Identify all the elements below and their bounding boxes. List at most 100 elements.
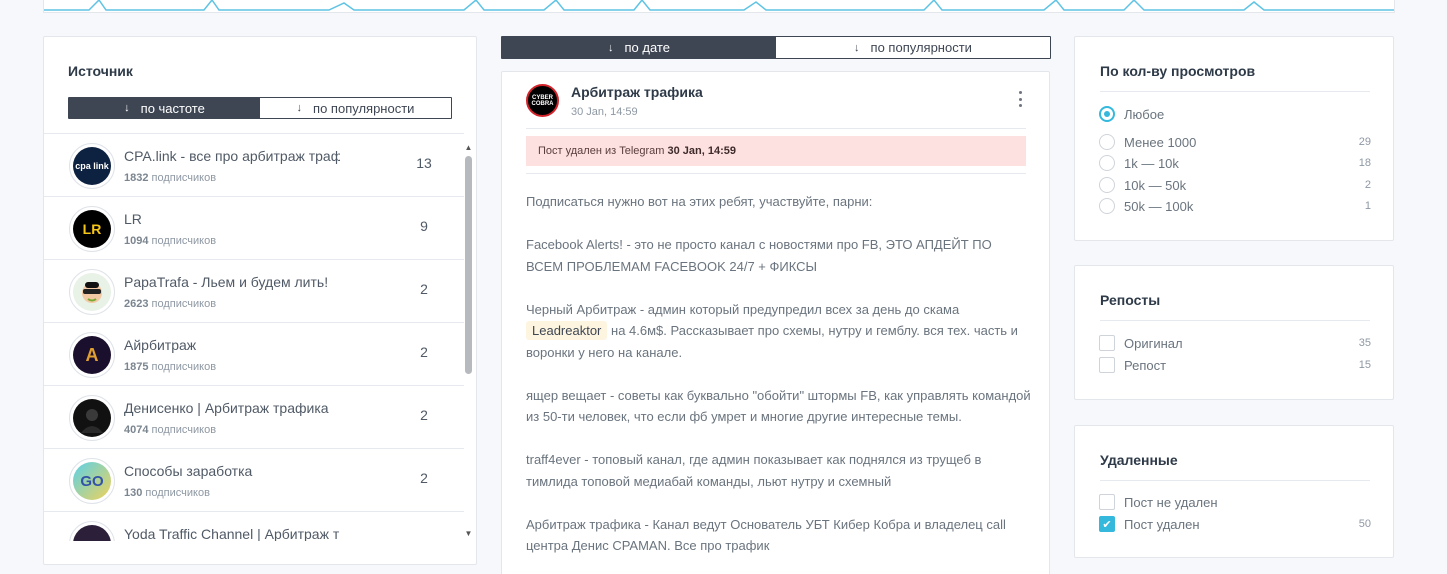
source-item[interactable]: GO Способы заработка 130 подписчиков 2 [44,449,464,512]
views-option-10k-50k[interactable]: 10k — 50k 2 [1099,176,1371,194]
source-list: cpa link CPA.link - все про арбитраж тра… [44,133,464,541]
deleted-alert-date: 30 Jan, 14:59 [667,145,737,157]
cyber-cobra-logo-icon: CYBER COBRA [531,94,554,107]
views-filter-title: По кол-ву просмотров [1100,63,1256,79]
channel-avatar: LR [69,206,115,252]
source-name: Денисенко | Арбитраж трафика [124,400,329,416]
radio-icon[interactable] [1099,198,1115,214]
source-item[interactable]: Денисенко | Арбитраж трафика 4074 подпис… [44,386,464,449]
views-option-under-1000[interactable]: Менее 1000 29 [1099,133,1371,151]
reposts-option-original[interactable]: Оригинал 35 [1099,334,1371,352]
source-panel: Источник ↓ по частоте ↓ по популярности … [43,36,477,565]
source-item[interactable]: Yoda Traffic Channel | Арбитраж трафика [44,512,464,541]
divider [1100,91,1370,92]
channel-avatar [69,269,115,315]
sort-by-popularity-label: по популярности [313,100,415,116]
radio-icon[interactable] [1099,177,1115,193]
post-card: CYBER COBRA Арбитраж трафика 30 Jan, 14:… [501,71,1050,574]
person-photo-icon [73,399,111,437]
scroll-thumb[interactable] [465,156,472,374]
channel-avatar: GO [69,458,115,504]
views-chart-strip [43,0,1395,13]
arrow-down-icon: ↓ [608,41,614,54]
post-paragraph: Арбитраж трафика - Канал ведут Основател… [526,516,1006,554]
views-option-50k-100k[interactable]: 50k — 100k 1 [1099,197,1371,215]
checkbox-checked-icon[interactable]: ✔ [1099,516,1115,532]
checkbox-icon[interactable] [1099,335,1115,351]
feed-sort-by-popularity-button[interactable]: ↓ по популярности [776,37,1050,58]
feed-sort-toggle: ↓ по дате ↓ по популярности [501,36,1051,59]
source-subscribers: 130 подписчиков [124,487,210,499]
go-logo-icon: GO [73,462,111,500]
source-subscribers: 1094 подписчиков [124,235,217,247]
source-post-count: 2 [420,344,428,360]
post-channel-name[interactable]: Арбитраж трафика [571,84,703,100]
radio-icon[interactable] [1099,134,1115,150]
sort-by-frequency-button[interactable]: ↓ по частоте [69,98,260,118]
channel-avatar: cpa link [69,143,115,189]
arrow-down-icon: ↓ [296,102,303,114]
scroll-down-arrow-icon[interactable]: ▼ [464,529,473,538]
more-options-icon[interactable] [1017,91,1023,107]
checkbox-icon[interactable] [1099,494,1115,510]
hashtag-leadreaktor[interactable]: Leadreaktor [526,321,608,340]
source-post-count: 2 [420,407,428,423]
scroll-up-arrow-icon[interactable]: ▲ [464,143,473,152]
source-name: PapaTrafa - Льем и будем лить! [124,274,329,290]
post-paragraph: Черный Арбитраж - админ который предупре… [526,301,1018,360]
deleted-filter-title: Удаленные [1100,452,1178,468]
views-option-1k-10k[interactable]: 1k — 10k 18 [1099,154,1371,172]
channel-avatar: A [69,332,115,378]
deleted-alert: Пост удален из Telegram 30 Jan, 14:59 [526,136,1026,166]
sort-by-popularity-button[interactable]: ↓ по популярности [260,98,451,118]
views-option-any[interactable]: Любое [1099,105,1371,123]
source-item[interactable]: cpa link CPA.link - все про арбитраж тра… [44,134,464,197]
divider [526,173,1026,174]
arrow-down-icon: ↓ [854,41,860,54]
source-item[interactable]: A Айрбитраж 1875 подписчиков 2 [44,323,464,386]
lr-logo-icon: LR [73,210,111,248]
reposts-filter-card: Репосты Оригинал 35 Репост 15 [1074,265,1394,400]
sort-by-frequency-label: по частоте [140,100,205,116]
source-name: Способы заработка [124,463,253,479]
source-post-count: 2 [420,470,428,486]
source-subscribers: 4074 подписчиков [124,424,217,436]
source-name: Yoda Traffic Channel | Арбитраж трафика [124,526,340,541]
source-sort-toggle: ↓ по частоте ↓ по популярности [68,97,452,119]
divider [1100,320,1370,321]
radio-icon[interactable] [1099,155,1115,171]
reposts-option-repost[interactable]: Репост 15 [1099,356,1371,374]
deleted-option-not-deleted[interactable]: Пост не удален [1099,493,1371,511]
deleted-option-deleted[interactable]: ✔ Пост удален 50 [1099,515,1371,533]
source-post-count: 9 [420,218,428,234]
reposts-filter-title: Репосты [1100,292,1161,308]
sort-by-date-label: по дате [624,40,670,55]
source-name: LR [124,211,142,227]
views-chart-line [44,0,1394,11]
source-list-scrollbar[interactable]: ▲ ▼ [464,143,473,538]
radio-checked-icon[interactable] [1099,106,1115,122]
post-paragraph: ящер вещает - советы как буквально "обой… [526,387,1031,425]
channel-avatar[interactable]: CYBER COBRA [526,84,559,117]
checkbox-icon[interactable] [1099,357,1115,373]
deleted-filter-card: Удаленные Пост не удален ✔ Пост удален 50 [1074,425,1394,558]
source-item[interactable]: LR LR 1094 подписчиков 9 [44,197,464,260]
divider [1100,480,1370,481]
views-filter-card: По кол-ву просмотров Любое Менее 1000 29 … [1074,36,1394,241]
cpa-link-logo-icon: cpa link [73,147,111,185]
source-subscribers: 1832 подписчиков [124,172,217,184]
divider [526,128,1026,129]
source-name: CPA.link - все про арбитраж трафика [124,148,340,164]
source-title: Источник [68,63,133,79]
post-date: 30 Jan, 14:59 [571,106,638,118]
source-item[interactable]: PapaTrafa - Льем и будем лить! 2623 подп… [44,260,464,323]
a-letter-logo-icon: A [73,336,111,374]
source-subscribers: 1875 подписчиков [124,361,217,373]
yoda-logo-icon [73,525,111,541]
arrow-down-icon: ↓ [124,102,130,114]
feed-sort-by-popularity-label: по популярности [870,40,972,55]
sort-by-date-button[interactable]: ↓ по дате [502,37,776,58]
source-subscribers: 2623 подписчиков [124,298,217,310]
cartoon-face-icon [73,273,111,311]
post-paragraph: traff4ever - топовый канал, где админ по… [526,452,982,489]
